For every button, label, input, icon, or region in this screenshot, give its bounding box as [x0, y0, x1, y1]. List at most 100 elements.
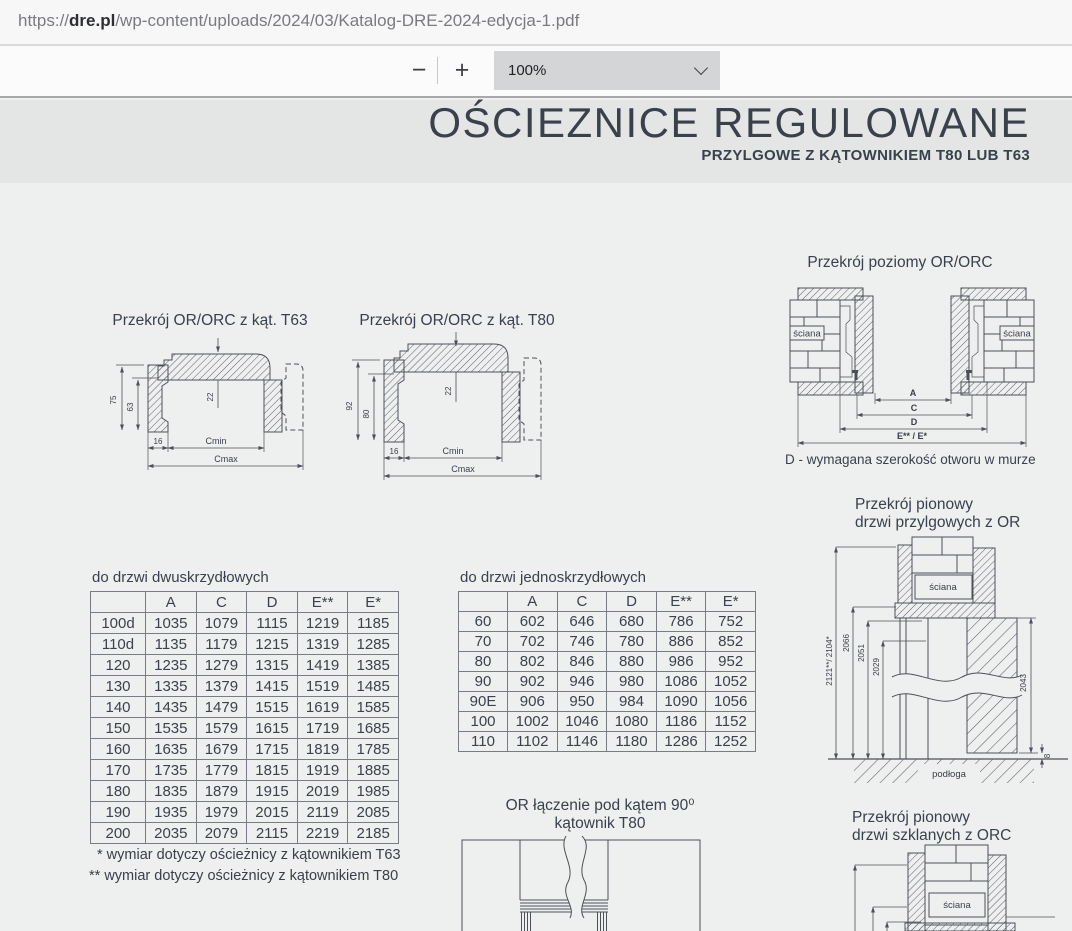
- table-cell: 1685: [348, 718, 399, 739]
- drawing-joint-90: [458, 836, 704, 931]
- vertical-or-title-line1: Przekrój pionowy: [855, 496, 1020, 514]
- table-cell: 200: [91, 823, 146, 844]
- dimension-label: A: [910, 388, 917, 398]
- table-cell: 1835: [146, 781, 197, 802]
- table-row: 15015351579161517191685: [91, 718, 399, 739]
- table-cell: 1185: [348, 613, 399, 634]
- table-cell: 680: [607, 612, 657, 632]
- table-row: 17017351779181519191885: [91, 760, 399, 781]
- table-header-cell: D: [247, 592, 298, 613]
- url-domain: dre.pl: [69, 11, 115, 30]
- zoom-in-button[interactable]: +: [443, 51, 481, 89]
- table-cell: 1985: [348, 781, 399, 802]
- table-header-cell: D: [607, 592, 657, 612]
- table-cell: 780: [607, 632, 657, 652]
- table-cell: 1435: [146, 697, 197, 718]
- table-cell: 602: [508, 612, 558, 632]
- table-cell: 1819: [297, 739, 348, 760]
- drawing-horizontal-section: ściana ściana A C D E** / E*: [762, 276, 1062, 448]
- table-cell: 1115: [247, 613, 298, 634]
- dimension-label: D: [911, 417, 918, 427]
- table-cell: 952: [706, 652, 756, 672]
- table-cell: 1046: [557, 712, 607, 732]
- drawing-vertical-section-or: ściana 2121**/ 2104* 2066 2051 2029 2043…: [826, 531, 1072, 793]
- dimension-d-note: D - wymagana szerokość otworu w murze: [785, 452, 1036, 467]
- single-door-table: ACDE**E*60602646680786752707027467808868…: [458, 591, 756, 752]
- table-cell: 1619: [297, 697, 348, 718]
- table-cell: 170: [91, 760, 146, 781]
- double-door-table-title: do drzwi dwuskrzydłowych: [92, 569, 269, 586]
- table-header-cell: E**: [297, 592, 348, 613]
- vertical-orc-title: Przekrój pionowy drzwi szklanych z ORC: [852, 809, 1011, 845]
- table-cell: 2035: [146, 823, 197, 844]
- dimension-label: 8: [1043, 753, 1052, 758]
- dimension-label: 22: [206, 392, 215, 401]
- dimension-label: Cmin: [442, 446, 463, 456]
- footnote-t80: ** wymiar dotyczy ościeżnicy z kątowniki…: [89, 868, 398, 884]
- table-cell: 2185: [348, 823, 399, 844]
- table-cell: 1079: [196, 613, 247, 634]
- table-cell: 1102: [508, 732, 558, 752]
- joint-title-line1: OR łączenie pod kątem 90⁰: [440, 796, 760, 815]
- dimension-label: 2043: [1019, 674, 1028, 692]
- horizontal-section-title: Przekrój poziomy OR/ORC: [765, 254, 1035, 272]
- zoom-level-select[interactable]: 100%: [494, 51, 720, 90]
- table-cell: 1179: [196, 634, 247, 655]
- table-cell: 1279: [196, 655, 247, 676]
- table-header-cell: C: [557, 592, 607, 612]
- dimension-label: 2029: [872, 658, 881, 676]
- table-cell: 1519: [297, 676, 348, 697]
- table-header-cell: A: [508, 592, 558, 612]
- table-cell: 1285: [348, 634, 399, 655]
- url-bar[interactable]: https://dre.pl/wp-content/uploads/2024/0…: [0, 0, 1072, 46]
- table-row: 16016351679171518191785: [91, 739, 399, 760]
- zoom-out-button[interactable]: −: [400, 51, 438, 89]
- table-cell: 1779: [196, 760, 247, 781]
- table-cell: 2115: [247, 823, 298, 844]
- table-cell: 1715: [247, 739, 298, 760]
- dimension-label: C: [911, 403, 918, 413]
- table-cell: 1056: [706, 692, 756, 712]
- dimension-label: 2066: [842, 634, 851, 652]
- page-header: OŚCIEZNICE REGULOWANE PRZYLGOWE Z KĄTOWN…: [0, 100, 1072, 183]
- table-cell: 786: [656, 612, 706, 632]
- table-cell: 90: [459, 672, 508, 692]
- table-cell: 1002: [508, 712, 558, 732]
- table-row: 80802846880986952: [459, 652, 756, 672]
- table-header-cell: C: [196, 592, 247, 613]
- table-row: 70702746780886852: [459, 632, 756, 652]
- table-cell: 2119: [297, 802, 348, 823]
- url-path: /wp-content/uploads/2024/03/Katalog-DRE-…: [115, 11, 579, 30]
- table-cell: 1315: [247, 655, 298, 676]
- dimension-label: Cmin: [205, 436, 226, 446]
- table-cell: 646: [557, 612, 607, 632]
- table-header-cell: E**: [656, 592, 706, 612]
- table-cell: 1515: [247, 697, 298, 718]
- table-cell: 1485: [348, 676, 399, 697]
- vertical-or-title-line2: drzwi przylgowych z OR: [855, 514, 1020, 532]
- wall-label: ściana: [943, 900, 971, 911]
- table-header-cell: E*: [348, 592, 399, 613]
- dimension-label: Cmax: [451, 464, 475, 474]
- table-cell: 984: [607, 692, 657, 712]
- table-cell: 1415: [247, 676, 298, 697]
- table-cell: 160: [91, 739, 146, 760]
- page-url: https://dre.pl/wp-content/uploads/2024/0…: [18, 11, 579, 31]
- table-row: 12012351279131514191385: [91, 655, 399, 676]
- table-cell: 802: [508, 652, 558, 672]
- t63-drawing-title: Przekrój OR/ORC z kąt. T63: [100, 312, 320, 330]
- table-cell: 1815: [247, 760, 298, 781]
- table-row: 13013351379141515191485: [91, 676, 399, 697]
- table-cell: 846: [557, 652, 607, 672]
- floor-label: podłoga: [932, 769, 967, 780]
- table-cell: 1146: [557, 732, 607, 752]
- table-header-row: ACDE**E*: [459, 592, 756, 612]
- chevron-down-icon: [694, 61, 708, 75]
- table-cell: 946: [557, 672, 607, 692]
- table-cell: 746: [557, 632, 607, 652]
- table-cell: 986: [656, 652, 706, 672]
- table-cell: 1579: [196, 718, 247, 739]
- table-cell: 1419: [297, 655, 348, 676]
- table-cell: 140: [91, 697, 146, 718]
- table-row: 10010021046108011861152: [459, 712, 756, 732]
